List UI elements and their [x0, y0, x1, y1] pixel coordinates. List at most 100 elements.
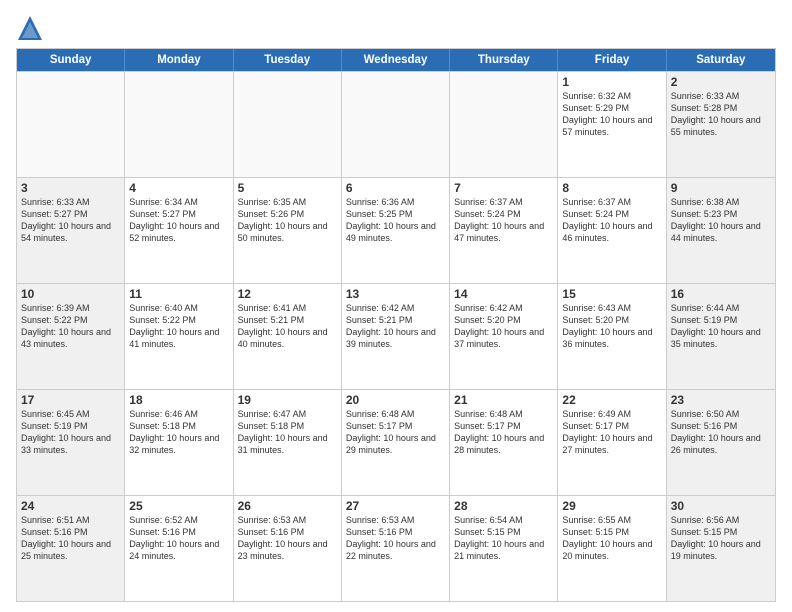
calendar-cell: 29Sunrise: 6:55 AMSunset: 5:15 PMDayligh… [558, 496, 666, 601]
cell-detail: Sunrise: 6:38 AMSunset: 5:23 PMDaylight:… [671, 196, 771, 245]
cell-detail: Sunrise: 6:37 AMSunset: 5:24 PMDaylight:… [562, 196, 661, 245]
weekday-header: Monday [125, 49, 233, 71]
day-number: 10 [21, 287, 120, 301]
calendar: SundayMondayTuesdayWednesdayThursdayFrid… [16, 48, 776, 602]
header [16, 10, 776, 42]
day-number: 4 [129, 181, 228, 195]
calendar-cell: 19Sunrise: 6:47 AMSunset: 5:18 PMDayligh… [234, 390, 342, 495]
day-number: 14 [454, 287, 553, 301]
calendar-cell: 11Sunrise: 6:40 AMSunset: 5:22 PMDayligh… [125, 284, 233, 389]
calendar-cell: 16Sunrise: 6:44 AMSunset: 5:19 PMDayligh… [667, 284, 775, 389]
day-number: 7 [454, 181, 553, 195]
calendar-cell: 26Sunrise: 6:53 AMSunset: 5:16 PMDayligh… [234, 496, 342, 601]
calendar-cell [450, 72, 558, 177]
cell-detail: Sunrise: 6:33 AMSunset: 5:27 PMDaylight:… [21, 196, 120, 245]
calendar-cell: 9Sunrise: 6:38 AMSunset: 5:23 PMDaylight… [667, 178, 775, 283]
calendar-row: 17Sunrise: 6:45 AMSunset: 5:19 PMDayligh… [17, 389, 775, 495]
day-number: 2 [671, 75, 771, 89]
calendar-cell: 24Sunrise: 6:51 AMSunset: 5:16 PMDayligh… [17, 496, 125, 601]
cell-detail: Sunrise: 6:33 AMSunset: 5:28 PMDaylight:… [671, 90, 771, 139]
calendar-cell: 18Sunrise: 6:46 AMSunset: 5:18 PMDayligh… [125, 390, 233, 495]
calendar-cell: 3Sunrise: 6:33 AMSunset: 5:27 PMDaylight… [17, 178, 125, 283]
calendar-cell: 13Sunrise: 6:42 AMSunset: 5:21 PMDayligh… [342, 284, 450, 389]
weekday-header: Friday [558, 49, 666, 71]
cell-detail: Sunrise: 6:32 AMSunset: 5:29 PMDaylight:… [562, 90, 661, 139]
cell-detail: Sunrise: 6:47 AMSunset: 5:18 PMDaylight:… [238, 408, 337, 457]
calendar-header: SundayMondayTuesdayWednesdayThursdayFrid… [17, 49, 775, 71]
cell-detail: Sunrise: 6:49 AMSunset: 5:17 PMDaylight:… [562, 408, 661, 457]
cell-detail: Sunrise: 6:48 AMSunset: 5:17 PMDaylight:… [454, 408, 553, 457]
day-number: 5 [238, 181, 337, 195]
day-number: 3 [21, 181, 120, 195]
cell-detail: Sunrise: 6:48 AMSunset: 5:17 PMDaylight:… [346, 408, 445, 457]
day-number: 24 [21, 499, 120, 513]
calendar-cell [17, 72, 125, 177]
day-number: 21 [454, 393, 553, 407]
calendar-body: 1Sunrise: 6:32 AMSunset: 5:29 PMDaylight… [17, 71, 775, 601]
calendar-cell: 6Sunrise: 6:36 AMSunset: 5:25 PMDaylight… [342, 178, 450, 283]
calendar-cell [342, 72, 450, 177]
calendar-cell: 8Sunrise: 6:37 AMSunset: 5:24 PMDaylight… [558, 178, 666, 283]
calendar-cell: 30Sunrise: 6:56 AMSunset: 5:15 PMDayligh… [667, 496, 775, 601]
calendar-cell: 23Sunrise: 6:50 AMSunset: 5:16 PMDayligh… [667, 390, 775, 495]
day-number: 1 [562, 75, 661, 89]
calendar-cell: 15Sunrise: 6:43 AMSunset: 5:20 PMDayligh… [558, 284, 666, 389]
day-number: 9 [671, 181, 771, 195]
day-number: 26 [238, 499, 337, 513]
page: SundayMondayTuesdayWednesdayThursdayFrid… [0, 0, 792, 612]
cell-detail: Sunrise: 6:36 AMSunset: 5:25 PMDaylight:… [346, 196, 445, 245]
cell-detail: Sunrise: 6:34 AMSunset: 5:27 PMDaylight:… [129, 196, 228, 245]
day-number: 23 [671, 393, 771, 407]
day-number: 30 [671, 499, 771, 513]
cell-detail: Sunrise: 6:42 AMSunset: 5:20 PMDaylight:… [454, 302, 553, 351]
cell-detail: Sunrise: 6:55 AMSunset: 5:15 PMDaylight:… [562, 514, 661, 563]
day-number: 12 [238, 287, 337, 301]
cell-detail: Sunrise: 6:46 AMSunset: 5:18 PMDaylight:… [129, 408, 228, 457]
day-number: 20 [346, 393, 445, 407]
calendar-cell: 17Sunrise: 6:45 AMSunset: 5:19 PMDayligh… [17, 390, 125, 495]
calendar-cell: 1Sunrise: 6:32 AMSunset: 5:29 PMDaylight… [558, 72, 666, 177]
day-number: 11 [129, 287, 228, 301]
cell-detail: Sunrise: 6:39 AMSunset: 5:22 PMDaylight:… [21, 302, 120, 351]
cell-detail: Sunrise: 6:53 AMSunset: 5:16 PMDaylight:… [238, 514, 337, 563]
calendar-cell: 28Sunrise: 6:54 AMSunset: 5:15 PMDayligh… [450, 496, 558, 601]
calendar-cell: 27Sunrise: 6:53 AMSunset: 5:16 PMDayligh… [342, 496, 450, 601]
day-number: 28 [454, 499, 553, 513]
day-number: 16 [671, 287, 771, 301]
weekday-header: Tuesday [234, 49, 342, 71]
day-number: 15 [562, 287, 661, 301]
day-number: 6 [346, 181, 445, 195]
cell-detail: Sunrise: 6:56 AMSunset: 5:15 PMDaylight:… [671, 514, 771, 563]
cell-detail: Sunrise: 6:37 AMSunset: 5:24 PMDaylight:… [454, 196, 553, 245]
cell-detail: Sunrise: 6:42 AMSunset: 5:21 PMDaylight:… [346, 302, 445, 351]
calendar-cell: 22Sunrise: 6:49 AMSunset: 5:17 PMDayligh… [558, 390, 666, 495]
calendar-cell: 21Sunrise: 6:48 AMSunset: 5:17 PMDayligh… [450, 390, 558, 495]
cell-detail: Sunrise: 6:54 AMSunset: 5:15 PMDaylight:… [454, 514, 553, 563]
logo-icon [16, 14, 44, 42]
calendar-cell [125, 72, 233, 177]
day-number: 27 [346, 499, 445, 513]
cell-detail: Sunrise: 6:50 AMSunset: 5:16 PMDaylight:… [671, 408, 771, 457]
cell-detail: Sunrise: 6:35 AMSunset: 5:26 PMDaylight:… [238, 196, 337, 245]
day-number: 22 [562, 393, 661, 407]
calendar-row: 24Sunrise: 6:51 AMSunset: 5:16 PMDayligh… [17, 495, 775, 601]
day-number: 19 [238, 393, 337, 407]
calendar-row: 10Sunrise: 6:39 AMSunset: 5:22 PMDayligh… [17, 283, 775, 389]
calendar-cell: 25Sunrise: 6:52 AMSunset: 5:16 PMDayligh… [125, 496, 233, 601]
calendar-cell: 10Sunrise: 6:39 AMSunset: 5:22 PMDayligh… [17, 284, 125, 389]
calendar-cell: 2Sunrise: 6:33 AMSunset: 5:28 PMDaylight… [667, 72, 775, 177]
day-number: 18 [129, 393, 228, 407]
day-number: 25 [129, 499, 228, 513]
calendar-cell: 5Sunrise: 6:35 AMSunset: 5:26 PMDaylight… [234, 178, 342, 283]
calendar-cell: 4Sunrise: 6:34 AMSunset: 5:27 PMDaylight… [125, 178, 233, 283]
weekday-header: Sunday [17, 49, 125, 71]
weekday-header: Wednesday [342, 49, 450, 71]
cell-detail: Sunrise: 6:52 AMSunset: 5:16 PMDaylight:… [129, 514, 228, 563]
weekday-header: Saturday [667, 49, 775, 71]
logo [16, 14, 48, 42]
day-number: 13 [346, 287, 445, 301]
calendar-cell [234, 72, 342, 177]
cell-detail: Sunrise: 6:43 AMSunset: 5:20 PMDaylight:… [562, 302, 661, 351]
cell-detail: Sunrise: 6:51 AMSunset: 5:16 PMDaylight:… [21, 514, 120, 563]
cell-detail: Sunrise: 6:53 AMSunset: 5:16 PMDaylight:… [346, 514, 445, 563]
